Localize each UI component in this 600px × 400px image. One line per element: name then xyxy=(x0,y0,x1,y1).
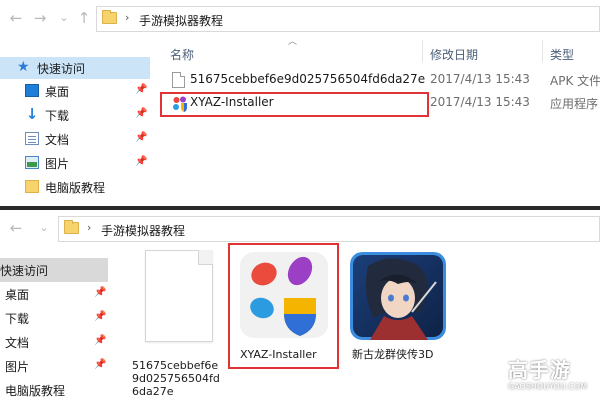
pin-icon[interactable]: 📌 xyxy=(94,287,106,298)
brand-logo-icon xyxy=(472,356,504,388)
document-icon xyxy=(25,132,39,145)
sidebar-item-label: 快速访问 xyxy=(37,62,86,76)
sidebar-item-documents[interactable]: 文档 📌 xyxy=(0,330,108,354)
breadcrumb-folder[interactable]: 手游模拟器教程 xyxy=(101,222,185,239)
file-type: 应用程序 xyxy=(550,97,599,111)
history-chevron-icon[interactable]: ⌄ xyxy=(56,9,72,27)
game-app-icon xyxy=(350,252,446,340)
pin-icon[interactable]: 📌 xyxy=(135,156,147,167)
column-header-name[interactable]: 名称 xyxy=(170,46,194,70)
sidebar-item-pc-tutorial[interactable]: 电脑版教程 xyxy=(0,378,108,400)
up-arrow-icon[interactable]: ↑ xyxy=(76,9,92,27)
sidebar-item-label: 电脑版教程 xyxy=(45,181,106,195)
pin-icon[interactable]: 📌 xyxy=(94,335,106,346)
back-arrow-icon[interactable]: ← xyxy=(8,9,24,27)
watermark-brand: 高手游 xyxy=(508,358,571,382)
file-name: 51675cebbef6e9d025756504fd6da27e xyxy=(190,72,426,86)
file-row[interactable]: 51675cebbef6e9d025756504fd6da27e 2017/4/… xyxy=(160,70,600,91)
column-divider xyxy=(542,40,543,62)
blank-file-icon xyxy=(145,250,213,342)
sidebar-item-label: 桌面 xyxy=(45,85,70,99)
address-bar[interactable]: › 手游模拟器教程 xyxy=(96,6,600,32)
address-bar[interactable]: › 手游模拟器教程 xyxy=(58,216,600,242)
sidebar-item-quick-access[interactable]: ★ 快速访问 xyxy=(0,57,150,79)
highlight-annotation xyxy=(228,243,339,369)
breadcrumb-folder[interactable]: 手游模拟器教程 xyxy=(139,12,223,29)
desktop-icon xyxy=(25,84,39,97)
file-date: 2017/4/13 15:43 xyxy=(430,95,530,109)
breadcrumb-separator-icon: › xyxy=(125,11,130,24)
sidebar-item-documents[interactable]: 文档 📌 xyxy=(0,128,150,150)
sidebar-item-label: 下载 xyxy=(5,312,30,326)
top-explorer-window: ← → ⌄ ↑ › 手游模拟器教程 ︿ 名称 修改日期 类型 ★ 快速访问 桌面… xyxy=(0,0,600,206)
column-divider xyxy=(422,40,423,62)
pin-icon[interactable]: 📌 xyxy=(135,132,147,143)
sidebar-item-label: 文档 xyxy=(5,336,30,350)
sidebar-item-label: 桌面 xyxy=(5,288,30,302)
star-icon: ★ xyxy=(17,59,30,75)
sidebar-item-desktop[interactable]: 桌面 📌 xyxy=(0,282,108,306)
sidebar-item-pictures[interactable]: 图片 📌 xyxy=(0,152,150,174)
folder-icon xyxy=(102,10,117,24)
column-header-type[interactable]: 类型 xyxy=(550,46,574,70)
sidebar-item-downloads[interactable]: ↓ 下载 📌 xyxy=(0,104,150,126)
file-tile-label: 51675cebbef6e9d025756504fd6da27e xyxy=(132,359,220,398)
back-arrow-icon[interactable]: ← xyxy=(8,219,24,237)
watermark: 高手游 GAOSHOUYOU.COM xyxy=(468,352,596,396)
file-date: 2017/4/13 15:43 xyxy=(430,72,530,86)
pin-icon[interactable]: 📌 xyxy=(135,84,147,95)
sidebar-item-label: 快速访问 xyxy=(0,264,49,278)
pictures-icon xyxy=(25,156,39,169)
download-icon: ↓ xyxy=(25,105,39,123)
sidebar-item-desktop[interactable]: 桌面 📌 xyxy=(0,80,150,102)
history-chevron-icon[interactable]: ⌄ xyxy=(36,219,52,237)
apk-file-icon xyxy=(172,72,185,88)
sort-caret-icon: ︿ xyxy=(288,37,298,47)
sidebar-item-label: 图片 xyxy=(45,157,70,171)
sidebar-item-pictures[interactable]: 图片 📌 xyxy=(0,354,108,378)
pin-icon[interactable]: 📌 xyxy=(135,108,147,119)
folder-icon xyxy=(64,220,79,234)
sidebar-item-label: 电脑版教程 xyxy=(5,384,66,398)
sidebar-item-downloads[interactable]: 下载 📌 xyxy=(0,306,108,330)
sidebar-item-quick-access[interactable]: 快速访问 xyxy=(0,258,108,282)
watermark-url: GAOSHOUYOU.COM xyxy=(508,382,588,391)
sidebar-item-label: 文档 xyxy=(45,133,70,147)
sidebar-item-label: 图片 xyxy=(5,360,30,374)
file-type: APK 文件 xyxy=(550,74,600,88)
column-header-date[interactable]: 修改日期 xyxy=(430,46,478,70)
breadcrumb-separator-icon: › xyxy=(87,221,92,234)
sidebar-item-label: 下载 xyxy=(45,109,70,123)
navigation-bar: ← → ⌄ ↑ › 手游模拟器教程 xyxy=(0,0,600,38)
pin-icon[interactable]: 📌 xyxy=(94,359,106,370)
pin-icon[interactable]: 📌 xyxy=(94,311,106,322)
highlight-annotation xyxy=(160,92,429,117)
folder-icon xyxy=(25,180,39,193)
file-tile-label: 新古龙群侠传3D xyxy=(352,348,434,361)
sidebar-item-pc-tutorial[interactable]: 电脑版教程 xyxy=(0,176,150,198)
forward-arrow-icon[interactable]: → xyxy=(32,9,48,27)
